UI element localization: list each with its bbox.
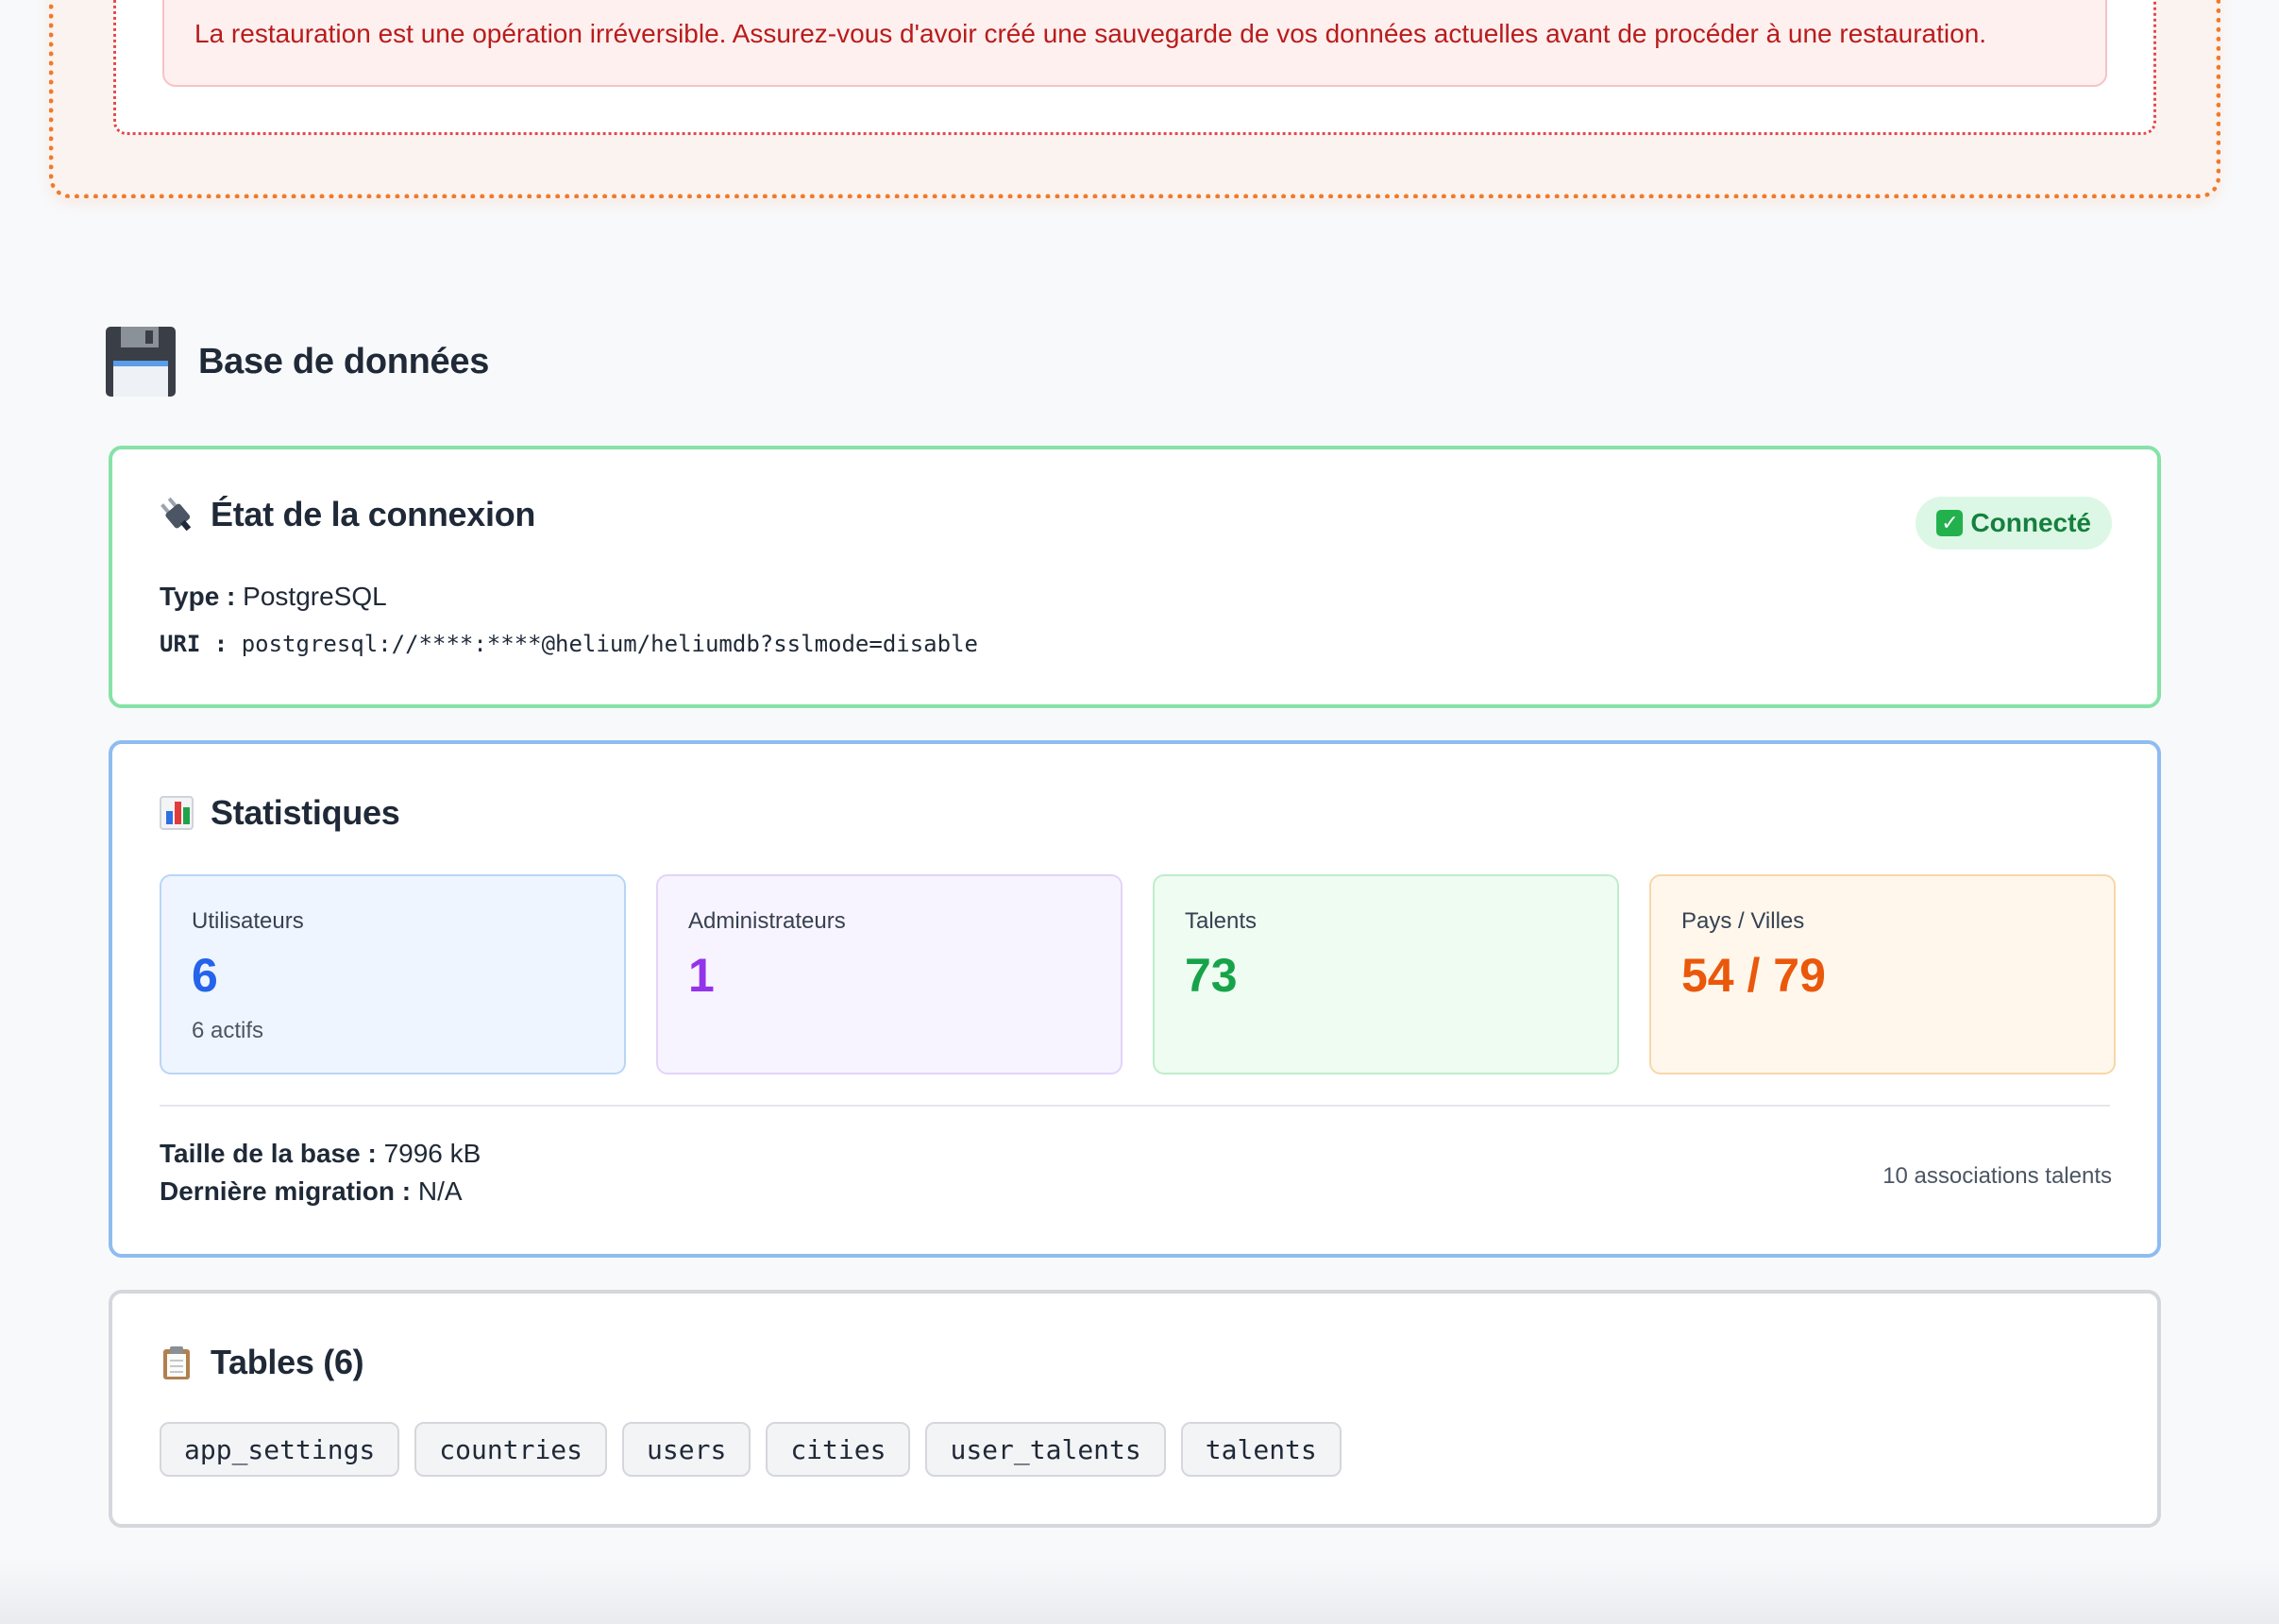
stat-users: Utilisateurs 6 6 actifs [160,874,626,1074]
check-mark-icon: ✓ [1936,510,1964,536]
connection-card: État de la connexion ✓ Connecté Type : P… [109,446,2161,708]
tables-card-title: Tables (6) [160,1343,364,1382]
connection-type: Type : PostgreSQL [160,582,387,612]
connection-type-label: Type : [160,582,236,611]
floppy-disk-icon [106,327,176,397]
restore-warning-text: La restauration est une opération irréve… [194,19,1987,48]
stat-label: Administrateurs [688,908,846,934]
connection-status-badge: ✓ Connecté [1916,497,2112,550]
connection-card-title: État de la connexion [160,495,535,534]
table-chip: countries [414,1422,608,1477]
stat-countries-cities: Pays / Villes 54 / 79 [1649,874,2116,1074]
clipboard-icon [160,1345,194,1379]
table-chip: talents [1180,1422,1342,1477]
table-chip-list: app_settings countries users cities user… [160,1422,1342,1477]
talent-associations-count: 10 associations talents [1882,1163,2112,1189]
stat-value: 54 / 79 [1681,949,1826,1002]
plug-icon [153,491,201,539]
table-chip: app_settings [160,1422,400,1477]
connection-status-text: Connecté [1970,508,2091,537]
stat-label: Talents [1185,908,1258,934]
table-chip: cities [766,1422,911,1477]
stat-value: 1 [688,949,715,1002]
connection-uri-label: URI : [160,631,228,657]
stat-admins: Administrateurs 1 [656,874,1123,1074]
stat-sub: 6 actifs [192,1018,264,1043]
connection-uri: URI : postgresql://****:****@helium/heli… [160,631,978,657]
connection-uri-value: postgresql://****:****@helium/heliumdb?s… [241,631,978,657]
stat-value: 73 [1185,949,1238,1002]
stat-label: Pays / Villes [1681,908,1805,934]
tables-title-text: Tables (6) [211,1343,364,1381]
database-section-header: Base de données [106,327,489,397]
stat-talents: Talents 73 [1153,874,1619,1074]
tables-card: Tables (6) app_settings countries users … [109,1290,2161,1528]
statistics-card-title: Statistiques [160,793,400,833]
database-size: Taille de la base : 7996 kB [160,1139,481,1169]
database-section-title: Base de données [198,341,490,381]
last-migration-value: N/A [417,1176,463,1206]
last-migration: Dernière migration : N/A [160,1176,463,1207]
connection-title-text: État de la connexion [211,495,536,533]
stat-label: Utilisateurs [192,908,304,934]
statistics-title-text: Statistiques [211,793,400,832]
statistics-card: Statistiques Utilisateurs 6 6 actifs Adm… [109,740,2161,1258]
bar-chart-icon [160,796,194,830]
database-size-label: Taille de la base : [160,1139,377,1168]
table-chip: users [622,1422,751,1477]
divider [160,1105,2110,1107]
last-migration-label: Dernière migration : [160,1176,412,1206]
database-size-value: 7996 kB [383,1139,481,1168]
connection-type-value: PostgreSQL [243,582,387,611]
table-chip: user_talents [925,1422,1166,1477]
page-bottom-edge [0,1558,2279,1624]
stat-value: 6 [192,949,218,1002]
